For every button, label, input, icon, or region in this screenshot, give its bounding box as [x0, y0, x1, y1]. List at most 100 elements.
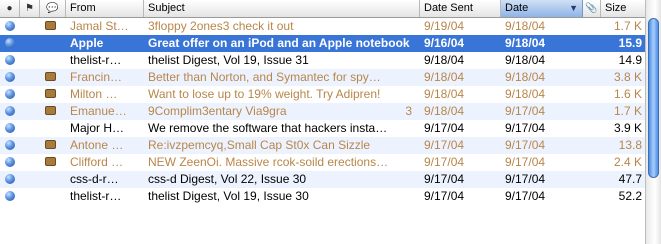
message-subject: Re:ivzpemcyq,Small Cap St0x Can Sizzle [148, 138, 371, 152]
message-date-sent: 9/18/04 [424, 70, 465, 84]
flag-cell[interactable] [20, 69, 40, 86]
unread-dot-icon [5, 190, 15, 201]
junk-mail-icon [44, 140, 56, 150]
flag-cell[interactable] [20, 154, 40, 171]
message-row[interactable]: Clifford … NEW ZeenOi. Massive rcok-soild… [0, 154, 645, 171]
message-size: 14.9 [618, 53, 642, 67]
unread-indicator [0, 188, 20, 205]
message-row[interactable]: Antone … Re:ivzpemcyq,Small Cap St0x Can … [0, 137, 645, 154]
message-size: 3.8 K [613, 70, 642, 84]
message-size: 2.4 K [613, 155, 642, 169]
junk-indicator [40, 69, 60, 86]
junk-indicator [40, 137, 60, 154]
message-date: 9/18/04 [505, 53, 546, 67]
flag-cell[interactable] [20, 52, 40, 69]
message-date-sent: 9/19/04 [424, 19, 465, 33]
message-row[interactable]: Major H… We remove the software that hack… [0, 120, 645, 137]
junk-mail-icon [44, 106, 56, 116]
unread-dot-icon [5, 156, 15, 167]
message-date-sent: 9/17/04 [424, 121, 465, 135]
message-date: 9/17/04 [505, 138, 546, 152]
junk-indicator [40, 154, 60, 171]
message-date-sent: 9/17/04 [424, 138, 465, 152]
thread-count: 3 [405, 104, 412, 118]
flag-cell[interactable] [20, 35, 40, 52]
junk-mail-icon [44, 89, 56, 99]
message-subject: thelist Digest, Vol 19, Issue 30 [148, 189, 309, 203]
junk-indicator [40, 103, 60, 120]
subject-column-label: Subject [148, 2, 185, 14]
junk-indicator [40, 35, 60, 52]
chat-column-header[interactable]: 💬 [40, 0, 66, 17]
message-row[interactable]: thelist-r… thelist Digest, Vol 19, Issue … [0, 188, 645, 205]
message-date-sent: 9/17/04 [424, 155, 465, 169]
thread-count [398, 120, 412, 137]
flag-cell[interactable] [20, 188, 40, 205]
message-subject: Want to lose up to 19% weight. Try Adipr… [148, 87, 381, 101]
status-column-header[interactable]: ● [0, 0, 20, 17]
unread-indicator [0, 171, 20, 188]
message-row[interactable]: Francin… Better than Norton, and Symantec… [0, 69, 645, 86]
message-from: Emanue… [70, 104, 127, 118]
message-size: 1.7 K [613, 104, 642, 118]
message-from: Milton … [70, 87, 118, 101]
message-row[interactable]: css-d-r… css-d Digest, Vol 22, Issue 30 9/… [0, 171, 645, 188]
message-row[interactable]: Milton … Want to lose up to 19% weight. T… [0, 86, 645, 103]
junk-indicator [40, 171, 60, 188]
flag-cell[interactable] [20, 137, 40, 154]
message-date-sent: 9/17/04 [424, 172, 465, 186]
thread-count [398, 69, 412, 86]
date-sent-column-label: Date Sent [424, 2, 473, 14]
unread-dot-icon [5, 88, 15, 99]
message-date: 9/17/04 [505, 189, 546, 203]
message-date: 9/17/04 [505, 121, 546, 135]
message-from: Apple [70, 36, 104, 50]
size-column-label: Size [605, 2, 627, 14]
message-date-sent: 9/17/04 [424, 189, 465, 203]
junk-indicator [40, 18, 60, 35]
thread-count [398, 154, 412, 171]
message-subject: css-d Digest, Vol 22, Issue 30 [148, 172, 307, 186]
thread-count [398, 86, 412, 103]
message-from: thelist-r… [70, 189, 122, 203]
size-column-header[interactable]: Size [601, 0, 645, 17]
message-date: 9/17/04 [505, 155, 546, 169]
flag-column-header[interactable]: ⚑ [20, 0, 40, 17]
date-column-header[interactable]: Date ▼ [501, 0, 583, 17]
message-date: 9/18/04 [505, 87, 546, 101]
unread-indicator [0, 154, 20, 171]
flag-cell[interactable] [20, 86, 40, 103]
message-size: 13.8 [618, 138, 642, 152]
message-row[interactable]: Emanue… 9Complim3entary Via9gra 3 9/18/04 9/… [0, 103, 645, 120]
vertical-scrollbar[interactable] [645, 0, 661, 244]
unread-indicator [0, 103, 20, 120]
flag-cell[interactable] [20, 171, 40, 188]
message-size: 1.7 K [613, 19, 642, 33]
dot-icon: ● [6, 3, 13, 14]
attachment-column-header[interactable]: 📎 [583, 0, 601, 17]
scrollbar-thumb[interactable] [648, 18, 659, 178]
message-row[interactable]: thelist-r… thelist Digest, Vol 19, Issue … [0, 52, 645, 69]
flag-cell[interactable] [20, 120, 40, 137]
thread-count [398, 35, 412, 52]
message-date: 9/17/04 [505, 104, 546, 118]
unread-indicator [0, 35, 20, 52]
message-date-sent: 9/18/04 [424, 104, 465, 118]
message-size: 1.6 K [613, 87, 642, 101]
flag-cell[interactable] [20, 103, 40, 120]
message-date: 9/18/04 [505, 36, 546, 50]
message-row[interactable]: Apple Great offer on an iPod and an Apple… [0, 35, 645, 52]
message-date-sent: 9/16/04 [424, 36, 465, 50]
message-subject: 3floppy 2ones3 check it out [148, 19, 294, 33]
message-date: 9/18/04 [505, 70, 546, 84]
subject-column-header[interactable]: Subject [144, 0, 420, 17]
from-column-header[interactable]: From [66, 0, 144, 17]
thread-count [398, 137, 412, 154]
unread-dot-icon [5, 122, 15, 133]
message-date: 9/17/04 [505, 172, 546, 186]
message-row[interactable]: Jamal St… 3floppy 2ones3 check it out 9/19… [0, 18, 645, 35]
from-column-label: From [70, 2, 96, 14]
date-sent-column-header[interactable]: Date Sent [420, 0, 501, 17]
thread-count [398, 52, 412, 69]
flag-cell[interactable] [20, 18, 40, 35]
